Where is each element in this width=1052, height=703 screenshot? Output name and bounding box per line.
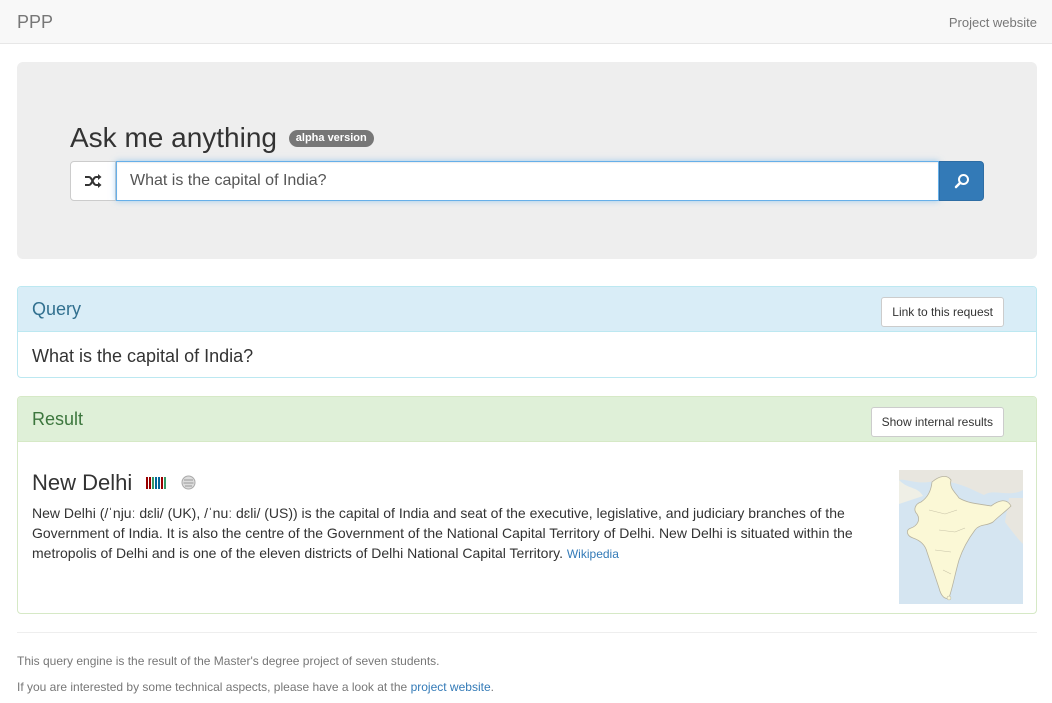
result-panel-title: Result — [32, 409, 84, 429]
footer-text-1: This query engine is the result of the M… — [17, 654, 440, 668]
footer-text-2-suffix: . — [490, 680, 494, 694]
random-question-button[interactable] — [70, 161, 116, 201]
entity-title: New Delhi — [32, 470, 196, 496]
shuffle-icon — [85, 174, 102, 188]
entity-description: New Delhi (/ˈnjuː dɛli/ (UK), /ˈnuː dɛli… — [32, 503, 882, 564]
footer-project-website-link[interactable]: project website — [411, 680, 491, 694]
search-button[interactable] — [939, 161, 984, 201]
link-to-request-button[interactable]: Link to this request — [881, 297, 1004, 327]
brand-logo[interactable]: PPP — [17, 12, 53, 33]
search-icon — [954, 174, 969, 189]
query-panel: Query Link to this request What is the c… — [17, 286, 1037, 378]
entity-description-text: New Delhi (/ˈnjuː dɛli/ (UK), /ˈnuː dɛli… — [32, 505, 853, 561]
entity-name: New Delhi — [32, 470, 133, 495]
page-title-text: Ask me anything — [70, 122, 277, 153]
wikipedia-icon[interactable] — [181, 475, 196, 490]
alpha-badge: alpha version — [288, 130, 374, 147]
query-text: What is the capital of India? — [32, 346, 254, 366]
india-map — [899, 470, 1023, 604]
project-website-link[interactable]: Project website — [949, 15, 1037, 30]
show-internal-results-button[interactable]: Show internal results — [870, 407, 1004, 437]
question-input[interactable] — [116, 161, 939, 201]
footer-text-2-prefix: If you are interested by some technical … — [17, 680, 408, 694]
navbar: PPP Project website — [0, 0, 1052, 44]
wikidata-icon[interactable] — [146, 477, 167, 489]
page-title: Ask me anything alpha version — [70, 122, 374, 154]
query-panel-title: Query — [32, 299, 82, 319]
query-panel-heading: Query Link to this request — [18, 287, 1036, 332]
footer-divider — [17, 632, 1037, 633]
result-panel-heading: Result Show internal results — [18, 397, 1036, 442]
footer-text-2: If you are interested by some technical … — [17, 680, 494, 694]
result-panel: Result Show internal results New Delhi N… — [17, 396, 1037, 614]
wikipedia-link[interactable]: Wikipedia — [567, 547, 619, 561]
search-jumbotron: Ask me anything alpha version — [17, 62, 1037, 259]
india-map-image — [899, 470, 1023, 604]
